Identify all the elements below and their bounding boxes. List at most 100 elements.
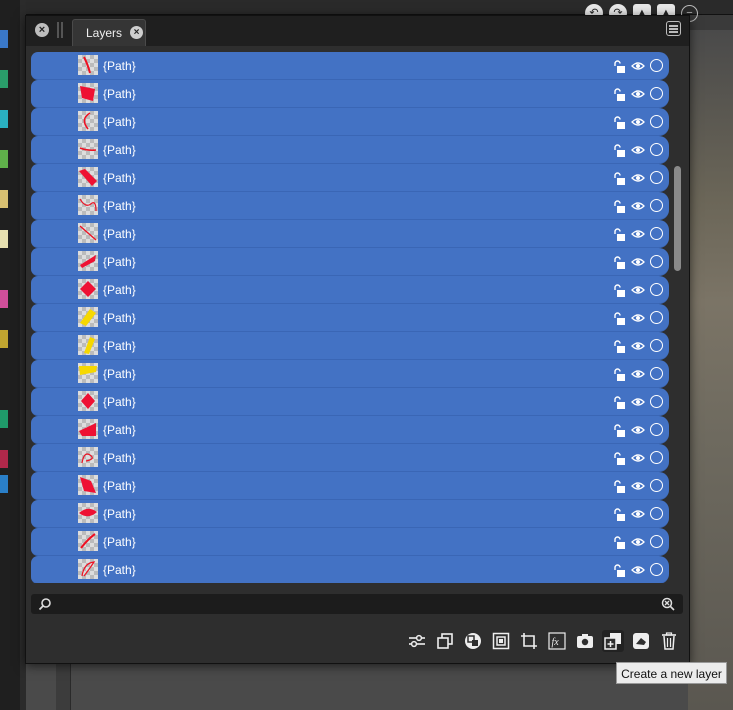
drag-grip-icon[interactable] <box>57 22 63 38</box>
scrollbar-thumb[interactable] <box>674 166 681 271</box>
layer-name[interactable]: {Path} <box>103 283 136 297</box>
lock-icon[interactable] <box>613 536 626 549</box>
visibility-eye-icon[interactable] <box>631 369 645 379</box>
layer-name[interactable]: {Path} <box>103 535 136 549</box>
layer-name[interactable]: {Path} <box>103 255 136 269</box>
layer-select-circle-icon[interactable] <box>650 395 663 408</box>
snapshot-button[interactable] <box>574 630 596 652</box>
duplicate-button[interactable] <box>434 630 456 652</box>
layer-name[interactable]: {Path} <box>103 311 136 325</box>
layer-row[interactable]: {Path} <box>31 500 669 528</box>
visibility-eye-icon[interactable] <box>631 341 645 351</box>
layer-row[interactable]: {Path} <box>31 388 669 416</box>
scrollbar-track[interactable] <box>673 52 683 583</box>
lock-icon[interactable] <box>613 424 626 437</box>
visibility-eye-icon[interactable] <box>631 481 645 491</box>
layer-select-circle-icon[interactable] <box>650 283 663 296</box>
layer-name[interactable]: {Path} <box>103 423 136 437</box>
layer-row[interactable]: {Path} <box>31 416 669 444</box>
layer-row[interactable]: {Path} <box>31 220 669 248</box>
layer-row[interactable]: {Path} <box>31 164 669 192</box>
lock-icon[interactable] <box>613 564 626 577</box>
layer-select-circle-icon[interactable] <box>650 199 663 212</box>
visibility-eye-icon[interactable] <box>631 453 645 463</box>
lock-icon[interactable] <box>613 228 626 241</box>
adjustments-button[interactable] <box>406 630 428 652</box>
layer-name[interactable]: {Path} <box>103 171 136 185</box>
lock-icon[interactable] <box>613 396 626 409</box>
layer-name[interactable]: {Path} <box>103 59 136 73</box>
lock-icon[interactable] <box>613 480 626 493</box>
layer-row[interactable]: {Path} <box>31 52 669 80</box>
layer-row[interactable]: {Path} <box>31 360 669 388</box>
layer-name[interactable]: {Path} <box>103 479 136 493</box>
lock-icon[interactable] <box>613 88 626 101</box>
layer-row[interactable]: {Path} <box>31 108 669 136</box>
layer-select-circle-icon[interactable] <box>650 507 663 520</box>
layer-select-circle-icon[interactable] <box>650 171 663 184</box>
blend-button[interactable] <box>462 630 484 652</box>
group-button[interactable] <box>490 630 512 652</box>
layer-row[interactable]: {Path} <box>31 444 669 472</box>
lock-icon[interactable] <box>613 312 626 325</box>
layer-name[interactable]: {Path} <box>103 87 136 101</box>
visibility-eye-icon[interactable] <box>631 145 645 155</box>
tab-layers[interactable]: Layers × <box>72 19 146 46</box>
visibility-eye-icon[interactable] <box>631 117 645 127</box>
visibility-eye-icon[interactable] <box>631 285 645 295</box>
search-input[interactable] <box>55 596 659 614</box>
visibility-eye-icon[interactable] <box>631 89 645 99</box>
layer-select-circle-icon[interactable] <box>650 143 663 156</box>
lock-icon[interactable] <box>613 60 626 73</box>
layer-select-circle-icon[interactable] <box>650 255 663 268</box>
layer-name[interactable]: {Path} <box>103 199 136 213</box>
layer-name[interactable]: {Path} <box>103 451 136 465</box>
lock-icon[interactable] <box>613 116 626 129</box>
close-panel-icon[interactable]: × <box>35 23 49 37</box>
layer-select-circle-icon[interactable] <box>650 87 663 100</box>
layer-select-circle-icon[interactable] <box>650 563 663 576</box>
lock-icon[interactable] <box>613 368 626 381</box>
layer-name[interactable]: {Path} <box>103 339 136 353</box>
visibility-eye-icon[interactable] <box>631 565 645 575</box>
lock-icon[interactable] <box>613 284 626 297</box>
layer-select-circle-icon[interactable] <box>650 451 663 464</box>
layer-select-circle-icon[interactable] <box>650 311 663 324</box>
document-canvas[interactable] <box>688 30 733 710</box>
visibility-eye-icon[interactable] <box>631 257 645 267</box>
clear-search-icon[interactable] <box>661 597 675 611</box>
lock-icon[interactable] <box>613 256 626 269</box>
layer-select-circle-icon[interactable] <box>650 535 663 548</box>
layer-row[interactable]: {Path} <box>31 332 669 360</box>
lock-icon[interactable] <box>613 452 626 465</box>
visibility-eye-icon[interactable] <box>631 509 645 519</box>
layer-select-circle-icon[interactable] <box>650 339 663 352</box>
layer-row[interactable]: {Path} <box>31 556 669 583</box>
visibility-eye-icon[interactable] <box>631 173 645 183</box>
layer-row[interactable]: {Path} <box>31 304 669 332</box>
lock-icon[interactable] <box>613 508 626 521</box>
layer-select-circle-icon[interactable] <box>650 479 663 492</box>
layer-row[interactable]: {Path} <box>31 472 669 500</box>
layer-select-circle-icon[interactable] <box>650 227 663 240</box>
layer-select-circle-icon[interactable] <box>650 423 663 436</box>
mask-button[interactable] <box>630 630 652 652</box>
visibility-eye-icon[interactable] <box>631 201 645 211</box>
layer-name[interactable]: {Path} <box>103 507 136 521</box>
layer-name[interactable]: {Path} <box>103 227 136 241</box>
close-tab-icon[interactable]: × <box>130 26 143 39</box>
lock-icon[interactable] <box>613 200 626 213</box>
layer-select-circle-icon[interactable] <box>650 115 663 128</box>
new-layer-button[interactable] <box>602 630 624 652</box>
layer-list[interactable]: {Path} {Path} {Path} {Path} {Path} {Path} {Pat… <box>31 52 669 583</box>
layer-select-circle-icon[interactable] <box>650 367 663 380</box>
crop-button[interactable] <box>518 630 540 652</box>
layer-name[interactable]: {Path} <box>103 143 136 157</box>
layer-row[interactable]: {Path} <box>31 276 669 304</box>
layer-name[interactable]: {Path} <box>103 367 136 381</box>
layer-row[interactable]: {Path} <box>31 528 669 556</box>
visibility-eye-icon[interactable] <box>631 61 645 71</box>
visibility-eye-icon[interactable] <box>631 425 645 435</box>
fx-button[interactable]: fx <box>546 630 568 652</box>
lock-icon[interactable] <box>613 172 626 185</box>
